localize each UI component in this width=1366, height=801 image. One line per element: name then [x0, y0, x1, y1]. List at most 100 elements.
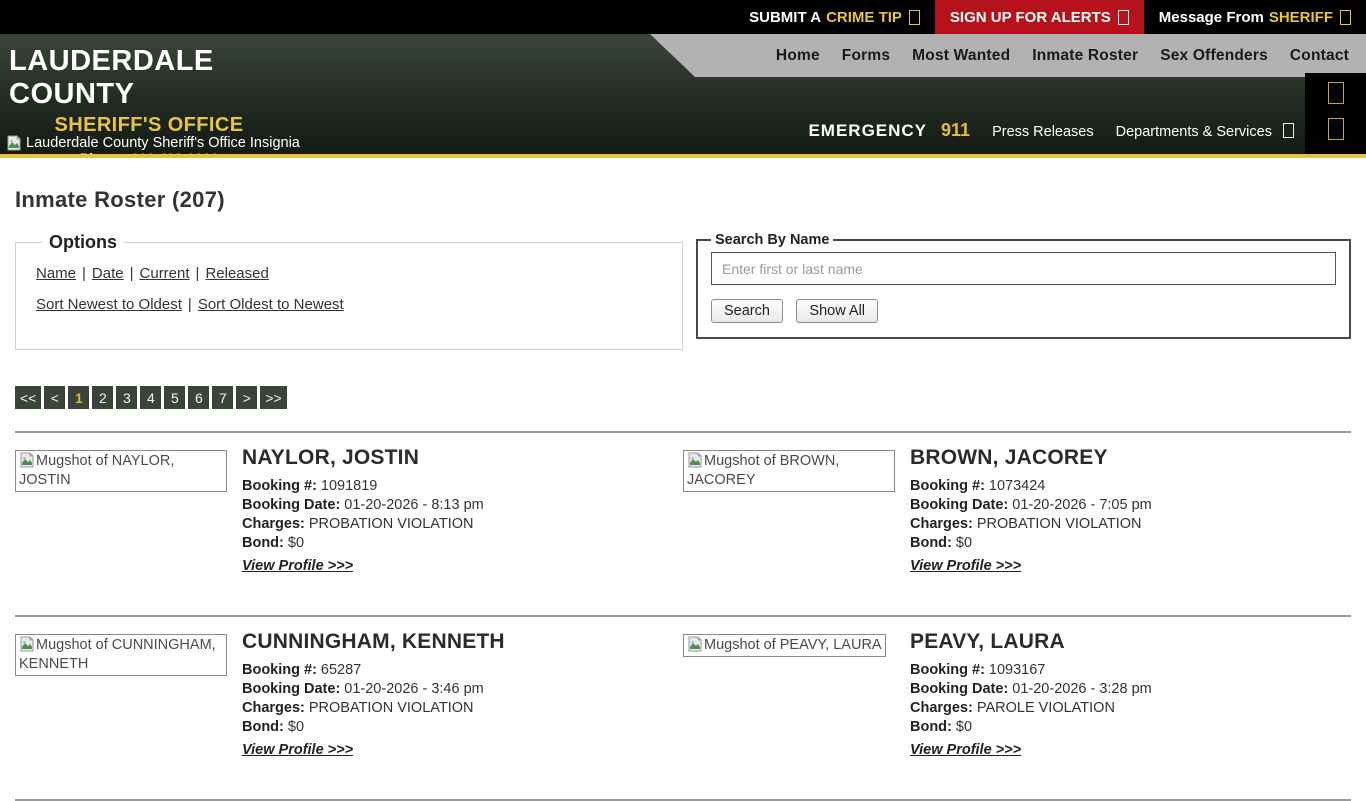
social-icon-1[interactable] [1328, 82, 1344, 109]
submit-crime-tip-link[interactable]: SUBMIT A CRIME TIP [734, 0, 935, 34]
social-icons-box [1305, 73, 1366, 154]
bond-label: Bond: [242, 535, 284, 551]
view-profile-link[interactable]: View Profile >>> [910, 558, 1021, 574]
filter-links: Name|Date|Current|Released [36, 265, 662, 282]
mugshot-alt-text: Mugshot of NAYLOR, JOSTIN [19, 453, 174, 488]
nav-home[interactable]: Home [765, 47, 831, 65]
broken-image-icon [19, 636, 35, 652]
broken-image-icon [687, 636, 703, 652]
booking-date-line: Booking Date:01-20-2026 - 8:13 pm [242, 498, 683, 512]
booking-date-value: 01-20-2026 - 7:05 pm [1012, 497, 1151, 513]
booking-number-label: Booking #: [910, 662, 985, 678]
page-5-button[interactable]: 5 [164, 386, 185, 409]
filter-date-link[interactable]: Date [92, 265, 124, 282]
view-profile-link[interactable]: View Profile >>> [242, 742, 353, 758]
booking-number-value: 1073424 [989, 478, 1045, 494]
inmate-details: CUNNINGHAM, KENNETH Booking #:65287 Book… [242, 630, 683, 759]
inmate-card: Mugshot of PEAVY, LAURA PEAVY, LAURA Boo… [683, 630, 1351, 759]
nav-sex-offenders[interactable]: Sex Offenders [1149, 47, 1279, 65]
social-icon-2[interactable] [1328, 118, 1344, 145]
phone-number[interactable]: 601-482-9806 [131, 150, 218, 158]
bond-label: Bond: [242, 719, 284, 735]
booking-number-line: Booking #:1073424 [910, 479, 1351, 493]
sort-links: Sort Newest to Oldest | Sort Oldest to New… [36, 296, 662, 313]
booking-number-value: 65287 [321, 662, 361, 678]
inmate-row-1: Mugshot of NAYLOR, JOSTIN NAYLOR, JOSTIN… [15, 433, 1351, 593]
nav-inmate-roster[interactable]: Inmate Roster [1021, 47, 1149, 65]
bond-value: $0 [956, 719, 972, 735]
page-1-button[interactable]: 1 [68, 386, 89, 409]
mugshot-alt-text: Mugshot of BROWN, JACOREY [687, 453, 839, 488]
charges-line: Charges:PROBATION VIOLATION [242, 517, 683, 531]
departments-label: Departments & Services [1116, 124, 1272, 140]
sign-up-alerts-link[interactable]: SIGN UP FOR ALERTS [935, 0, 1144, 34]
booking-date-label: Booking Date: [242, 497, 340, 513]
nav-contact[interactable]: Contact [1279, 47, 1360, 65]
show-all-button[interactable]: Show All [796, 299, 878, 323]
message-from-sheriff-link[interactable]: Message From SHERIFF [1144, 0, 1366, 34]
page-7-button[interactable]: 7 [212, 386, 233, 409]
filter-current-link[interactable]: Current [140, 265, 190, 282]
view-profile-link[interactable]: View Profile >>> [910, 742, 1021, 758]
charges-line: Charges:PROBATION VIOLATION [242, 701, 683, 715]
inmate-name: NAYLOR, JOSTIN [242, 446, 683, 470]
nav-most-wanted[interactable]: Most Wanted [901, 47, 1021, 65]
inmate-name: BROWN, JACOREY [910, 446, 1351, 470]
inmate-name: CUNNINGHAM, KENNETH [242, 630, 683, 654]
bond-value: $0 [288, 535, 304, 551]
page-title: Inmate Roster (207) [15, 187, 1351, 213]
bond-line: Bond:$0 [910, 720, 1351, 734]
charges-label: Charges: [242, 700, 305, 716]
booking-number-label: Booking #: [242, 478, 317, 494]
filter-released-link[interactable]: Released [205, 265, 268, 282]
secondary-nav-row: EMERGENCY 911 Press Releases Departments… [808, 120, 1294, 141]
social-glyph-icon [1328, 118, 1344, 140]
charges-label: Charges: [910, 516, 973, 532]
search-button[interactable]: Search [711, 299, 783, 323]
crime-tip-highlight: CRIME TIP [826, 9, 902, 26]
inmate-details: BROWN, JACOREY Booking #:1073424 Booking… [910, 446, 1351, 575]
alerts-icon [1118, 10, 1129, 25]
page-first-button[interactable]: << [15, 386, 41, 409]
page-4-button[interactable]: 4 [140, 386, 161, 409]
search-legend: Search By Name [711, 232, 833, 248]
booking-number-label: Booking #: [910, 478, 985, 494]
mugshot-column: Mugshot of BROWN, JACOREY [683, 446, 910, 492]
inmate-details: NAYLOR, JOSTIN Booking #:1091819 Booking… [242, 446, 683, 575]
filter-name-link[interactable]: Name [36, 265, 76, 282]
departments-services-link[interactable]: Departments & Services [1116, 123, 1294, 140]
mugshot-column: Mugshot of NAYLOR, JOSTIN [15, 446, 242, 492]
mugshot-column: Mugshot of CUNNINGHAM, KENNETH [15, 630, 242, 676]
phone-label: Phone: [80, 150, 127, 158]
page-3-button[interactable]: 3 [116, 386, 137, 409]
sort-oldest-link[interactable]: Sort Oldest to Newest [198, 296, 344, 313]
mugshot-alt-text: Mugshot of CUNNINGHAM, KENNETH [19, 637, 216, 672]
bond-value: $0 [288, 719, 304, 735]
sort-newest-link[interactable]: Sort Newest to Oldest [36, 296, 182, 313]
controls-row: Options Name|Date|Current|Released Sort … [15, 232, 1351, 350]
separator: | [82, 265, 86, 282]
broken-image-icon [687, 452, 703, 468]
separator: | [188, 296, 192, 313]
nav-forms[interactable]: Forms [831, 47, 901, 65]
bond-line: Bond:$0 [242, 536, 683, 550]
page-prev-button[interactable]: < [44, 386, 65, 409]
view-profile-link[interactable]: View Profile >>> [242, 558, 353, 574]
bond-label: Bond: [910, 535, 952, 551]
page-2-button[interactable]: 2 [92, 386, 113, 409]
charges-line: Charges:PROBATION VIOLATION [910, 517, 1351, 531]
page-last-button[interactable]: >> [260, 386, 286, 409]
booking-date-value: 01-20-2026 - 3:28 pm [1012, 681, 1151, 697]
mugshot-broken-image: Mugshot of CUNNINGHAM, KENNETH [15, 634, 227, 676]
booking-date-line: Booking Date:01-20-2026 - 7:05 pm [910, 498, 1351, 512]
page-6-button[interactable]: 6 [188, 386, 209, 409]
emergency-number: 911 [941, 120, 970, 141]
press-releases-link[interactable]: Press Releases [992, 124, 1094, 140]
mugshot-broken-image: Mugshot of NAYLOR, JOSTIN [15, 450, 227, 492]
crime-tip-icon [909, 10, 920, 25]
bond-label: Bond: [910, 719, 952, 735]
page-next-button[interactable]: > [236, 386, 257, 409]
brand-office: SHERIFF'S OFFICE [9, 114, 289, 137]
options-panel: Options Name|Date|Current|Released Sort … [15, 232, 683, 350]
search-input[interactable] [711, 252, 1336, 285]
